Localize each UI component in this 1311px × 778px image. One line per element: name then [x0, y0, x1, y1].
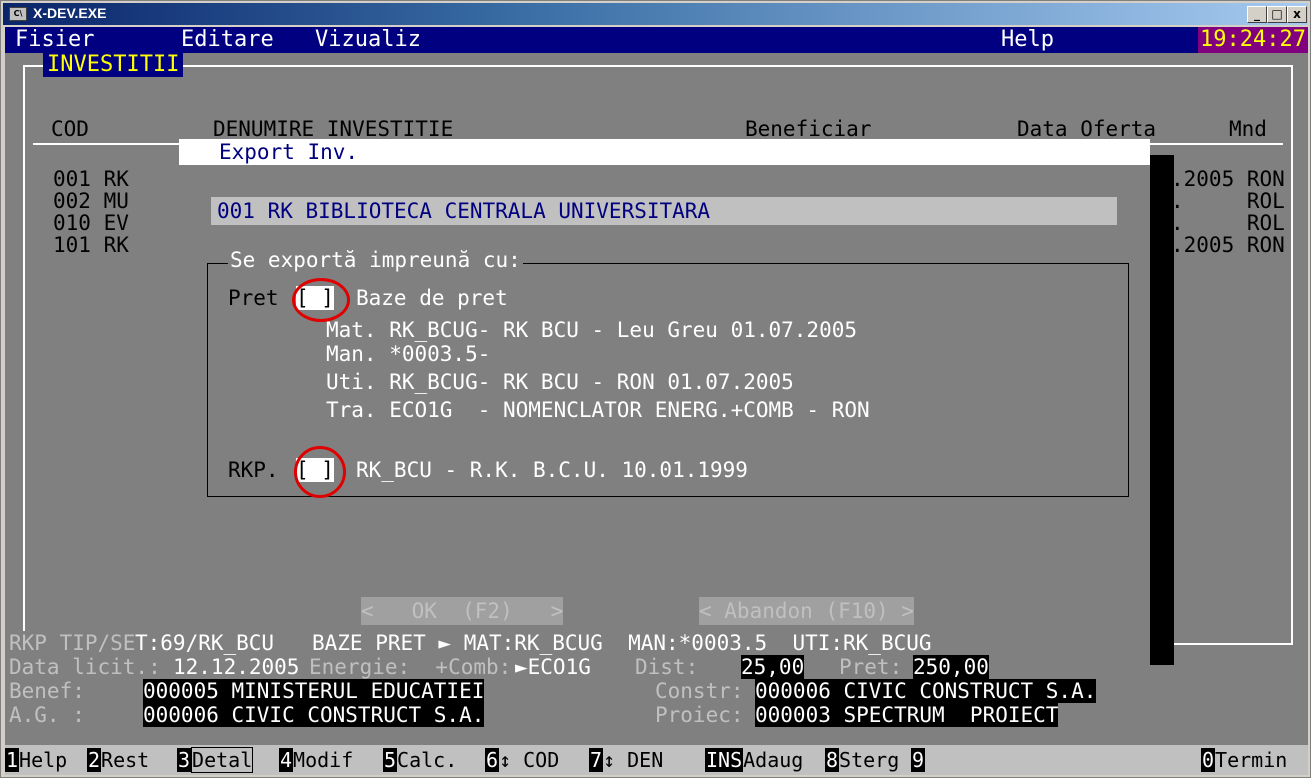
- table-row[interactable]: 010 EV: [53, 211, 129, 235]
- ag-label: A.G. :: [9, 703, 85, 727]
- title-bar[interactable]: C\ X-DEV.EXE _ □ x: [3, 3, 1308, 25]
- pret-value: 250,00: [913, 655, 989, 679]
- dialog-title-bar[interactable]: Export Inv.: [179, 139, 1150, 165]
- cancel-button[interactable]: < Abandon (F10) >: [699, 597, 914, 625]
- tra-line: Tra. ECO1G - NOMENCLATOR ENERG.+COMB - R…: [326, 398, 870, 422]
- data-licit-label: Data licit.:: [9, 655, 161, 679]
- pret-label: Pret:: [839, 655, 903, 679]
- dialog-title: Export Inv.: [219, 140, 359, 164]
- menu-label: elp: [1014, 27, 1054, 52]
- minimize-button[interactable]: _: [1247, 6, 1267, 23]
- highlight-circle: [294, 446, 346, 498]
- clock: 19:24:27: [1198, 27, 1308, 53]
- table-row[interactable]: 002 MU: [53, 189, 129, 213]
- man-line: Man. *0003.5-: [326, 342, 491, 366]
- benef-label: Benef:: [9, 679, 85, 703]
- window-title: X-DEV.EXE: [33, 5, 107, 21]
- row-cod: 001: [53, 167, 91, 191]
- row-den: RK: [103, 233, 129, 257]
- pret-label: Pret: [228, 286, 279, 310]
- ag-value: 000006 CIVIC CONSTRUCT S.A.: [143, 703, 485, 727]
- investment-field[interactable]: 001 RK BIBLIOTECA CENTRALA UNIVERSITARA: [211, 197, 1117, 225]
- row-date: . ROL: [1171, 211, 1285, 235]
- fkey-sort-den[interactable]: 7↕ DEN: [589, 747, 663, 773]
- rkp-label: RKP.: [228, 458, 279, 482]
- pret-text: Baze de pret: [356, 286, 508, 310]
- application-window: C\ X-DEV.EXE _ □ x Fisier Editare Vizual…: [0, 0, 1311, 778]
- dist-value: 25,00: [741, 655, 805, 679]
- uti-line: Uti. RK_BCUG- RK BCU - RON 01.07.2005: [326, 370, 794, 394]
- constr-value: 000006 CIVIC CONSTRUCT S.A.: [755, 679, 1097, 703]
- energie-label: Energie: +Comb:: [309, 655, 512, 679]
- row-date: . ROL: [1171, 189, 1285, 213]
- status-line1-label: RKP TIP/SE: [9, 631, 136, 655]
- proiec-value: 000003 SPECTRUM PROIECT: [755, 703, 1059, 727]
- dialog-shadow: [1150, 155, 1174, 665]
- column-mnd[interactable]: Mnd: [1229, 113, 1267, 145]
- fkey-help[interactable]: 1Help: [5, 747, 67, 773]
- row-den: MU: [103, 189, 129, 213]
- dist-label: Dist:: [635, 655, 699, 679]
- benef-value: 000005 MINISTERUL EDUCATIEI: [143, 679, 485, 703]
- rkp-text: RK_BCU - R.K. B.C.U. 10.01.1999: [356, 458, 748, 482]
- menu-fisier[interactable]: Fisier: [15, 27, 94, 53]
- menu-vizualiz[interactable]: Vizualiz: [315, 27, 421, 53]
- fkey-9[interactable]: 9: [911, 747, 926, 773]
- console-area: Fisier Editare Vizualiz Help 19:24:27 IN…: [5, 27, 1308, 775]
- console-app-icon[interactable]: C\: [9, 7, 27, 21]
- fkey-modif[interactable]: 4Modif: [279, 747, 353, 773]
- table-row[interactable]: 001 RK: [53, 167, 129, 191]
- energie-value: ►ECO1G: [515, 655, 591, 679]
- constr-label: Constr:: [655, 679, 744, 703]
- row-den: RK: [103, 167, 129, 191]
- row-cod: 002: [53, 189, 91, 213]
- ok-button[interactable]: < OK (F2) >: [361, 597, 564, 625]
- fkey-adaug[interactable]: INSAdaug: [705, 747, 803, 773]
- column-cod[interactable]: COD: [51, 113, 89, 145]
- highlight-circle: [292, 278, 350, 322]
- table-row[interactable]: 101 RK: [53, 233, 129, 257]
- menu-label: ditare: [194, 27, 274, 52]
- fkey-calc[interactable]: 5Calc.: [383, 747, 457, 773]
- menu-hotkey: F: [15, 27, 29, 52]
- data-licit-value: 12.12.2005: [173, 655, 300, 679]
- menu-hotkey: H: [1001, 27, 1015, 52]
- menu-hotkey: E: [181, 27, 195, 52]
- row-cod: 101: [53, 233, 91, 257]
- menu-bar: Fisier Editare Vizualiz Help 19:24:27: [5, 27, 1308, 53]
- row-date: .2005 RON: [1171, 233, 1285, 257]
- menu-label: isier: [28, 27, 95, 52]
- mat-line: Mat. RK_BCUG- RK BCU - Leu Greu 01.07.20…: [326, 318, 858, 342]
- row-date: .2005 RON: [1171, 167, 1285, 191]
- menu-label: izualiz: [328, 27, 421, 52]
- row-den: EV: [103, 211, 129, 235]
- function-key-bar: 1Help 2Rest 3 Detal 4Modif 5Calc. 6↕ COD …: [5, 745, 1308, 775]
- row-cod: 010: [53, 211, 91, 235]
- menu-help[interactable]: Help: [1001, 27, 1054, 53]
- group-title: Se exportă impreună cu:: [228, 248, 523, 272]
- close-button[interactable]: x: [1287, 6, 1307, 23]
- fkey-termin[interactable]: 0Termin: [1201, 747, 1287, 773]
- proiec-label: Proiec:: [655, 703, 744, 727]
- maximize-button[interactable]: □: [1267, 6, 1287, 23]
- export-dialog: Export Inv. 001 RK BIBLIOTECA CENTRALA U…: [179, 139, 1150, 665]
- fkey-detal[interactable]: 3 Detal: [177, 747, 254, 773]
- export-options-group: Se exportă impreună cu: Pret [ ] Baze de…: [207, 248, 1129, 498]
- menu-editare[interactable]: Editare: [181, 27, 274, 53]
- menu-hotkey: V: [315, 27, 329, 52]
- panel-title: INVESTITII: [43, 53, 184, 77]
- fkey-rest[interactable]: 2Rest: [87, 747, 149, 773]
- fkey-sterg[interactable]: 8Sterg: [825, 747, 899, 773]
- fkey-sort-cod[interactable]: 6↕ COD: [485, 747, 559, 773]
- status-line1-value: T:69/RK_BCU BAZE PRET ► MAT:RK_BCUG MAN:…: [135, 631, 932, 655]
